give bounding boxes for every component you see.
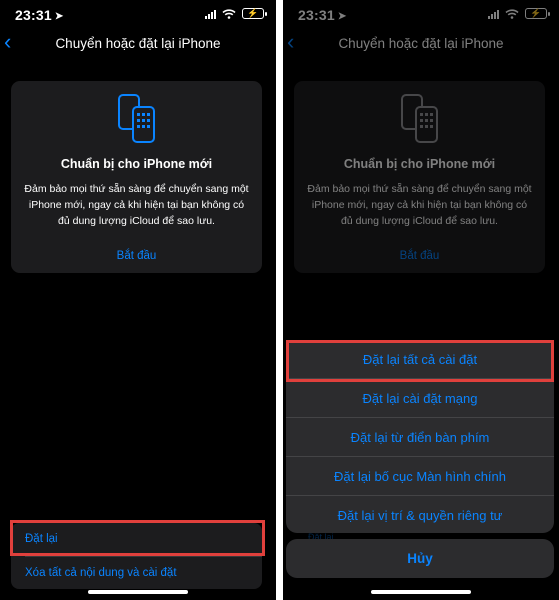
reset-home-screen-layout-option[interactable]: Đặt lại bố cục Màn hình chính xyxy=(286,457,554,495)
home-indicator xyxy=(88,590,188,594)
location-arrow-icon: ➤ xyxy=(54,11,64,22)
reset-keyboard-dictionary-option[interactable]: Đặt lại từ điển bàn phím xyxy=(286,418,554,456)
reset-network-settings-option[interactable]: Đặt lại cài đặt mạng xyxy=(286,379,554,417)
status-icons: ⚡ xyxy=(205,8,267,19)
reset-location-privacy-option[interactable]: Đặt lại vị trí & quyền riêng tư xyxy=(286,496,554,533)
erase-all-item[interactable]: Xóa tất cả nội dung và cài đặt xyxy=(11,557,262,590)
highlight-box xyxy=(286,340,554,382)
card-description: Đảm bảo mọi thứ sẵn sàng để chuyển sang … xyxy=(24,183,249,227)
wifi-icon xyxy=(222,8,236,19)
card-title: Chuẩn bị cho iPhone mới xyxy=(60,157,213,171)
nav-bar: ‹ Chuyển hoặc đặt lại iPhone xyxy=(0,31,276,56)
cancel-button[interactable]: Hủy xyxy=(286,539,554,578)
left-screen: 23:31 ➤ ⚡ ‹ Chuyển hoặc đặt lại iPhone Ch… xyxy=(0,0,276,600)
erase-all-label: Xóa tất cả nội dung và cài đặt xyxy=(25,567,177,579)
battery-charging-icon: ⚡ xyxy=(242,8,267,19)
signal-icon xyxy=(205,9,216,19)
prepare-card: Chuẩn bị cho iPhone mới Đảm bảo mọi thứ … xyxy=(11,81,262,273)
highlight-box xyxy=(10,520,265,556)
page-title: Chuyển hoặc đặt lại iPhone xyxy=(55,36,221,51)
two-iphones-icon xyxy=(118,94,155,143)
right-screen: 23:31➤ ⚡ ‹ Chuyển hoặc đặt lại iPhone Ch… xyxy=(283,0,559,600)
status-time: 23:31➤ xyxy=(15,7,64,23)
home-indicator xyxy=(371,590,471,594)
start-button[interactable]: Bắt đầu xyxy=(11,250,262,262)
